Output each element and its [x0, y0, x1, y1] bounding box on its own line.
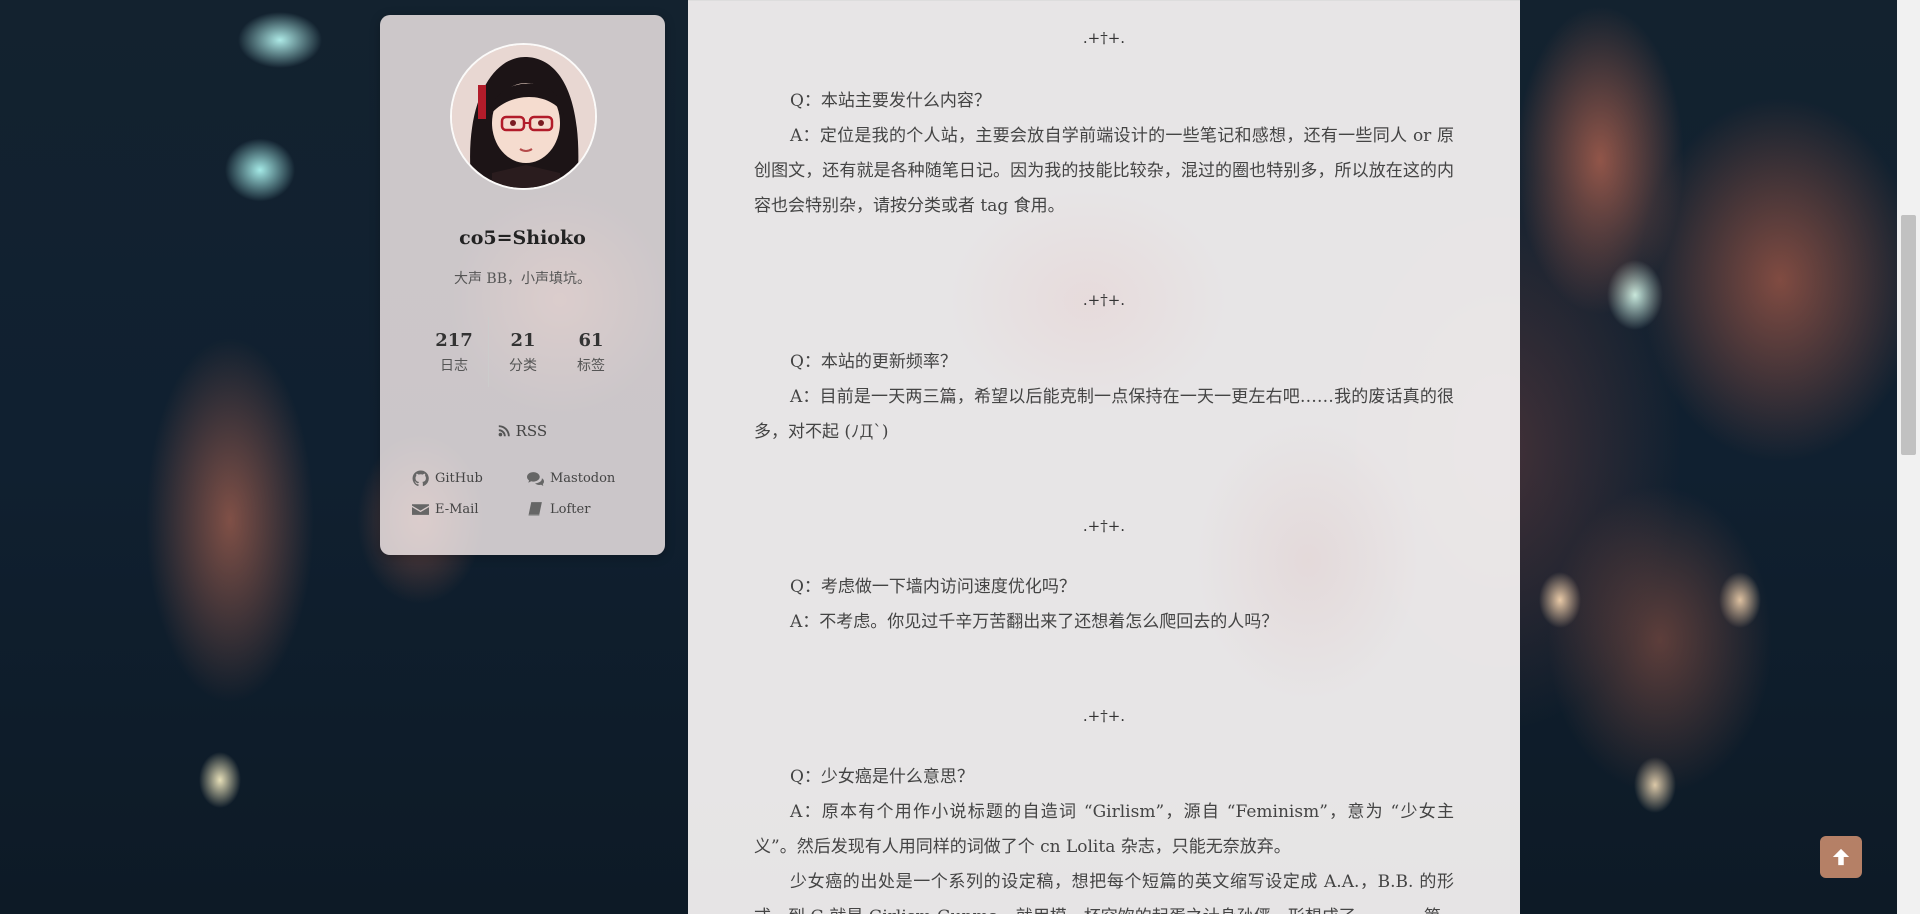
link-email[interactable]: E-Mail: [412, 501, 527, 518]
link-github[interactable]: GitHub: [412, 470, 527, 487]
link-github-label: GitHub: [435, 471, 483, 486]
arrow-up-icon: [1832, 848, 1850, 866]
stat-tags-count: 61: [578, 329, 604, 351]
section-separator: .+†+.: [1082, 291, 1126, 309]
faq-question: Q：本站的更新频率？: [790, 352, 957, 372]
stat-categories[interactable]: 21 分类: [488, 317, 557, 387]
stat-posts-count: 217: [435, 329, 473, 351]
sidebar: co5=Shioko 大声 BB，小声填坑。 217 日志 21 分类 61 标…: [380, 15, 665, 555]
faq-answer: A：原本有个用作小说标题的自造词 “Girlism”，源自 “Feminism”…: [754, 802, 1454, 857]
faq-answer: A：不考虑。你见过千辛万苦翻出来了还想着怎么爬回去的人吗？: [790, 612, 1279, 632]
avatar-illustration: [452, 45, 595, 188]
faq-question: Q：本站主要发什么内容？: [790, 91, 991, 111]
scrollbar-thumb[interactable]: [1901, 215, 1916, 455]
faq-answer-continued: 少女癌的出处是一个系列的设定稿，想把每个短篇的英文缩写设定成 A.A.，B.B.…: [754, 872, 1454, 914]
link-mastodon[interactable]: Mastodon: [527, 470, 642, 487]
back-to-top-button[interactable]: [1820, 836, 1862, 878]
link-lofter-label: Lofter: [550, 502, 591, 517]
stat-tags-label: 标签: [577, 357, 605, 374]
stat-posts[interactable]: 217 日志: [420, 317, 488, 387]
faq-answer: A：定位是我的个人站，主要会放自学前端设计的一些笔记和感想，还有一些同人 or …: [754, 126, 1454, 216]
link-email-label: E-Mail: [435, 502, 479, 517]
stat-categories-label: 分类: [509, 357, 537, 374]
page-scrollbar[interactable]: [1897, 0, 1920, 914]
rss-label: RSS: [515, 422, 548, 440]
comments-icon: [527, 472, 544, 486]
author-description: 大声 BB，小声填坑。: [453, 271, 592, 287]
section-separator: .+†+.: [1082, 707, 1126, 725]
link-lofter[interactable]: Lofter: [527, 501, 642, 518]
stat-categories-count: 21: [510, 329, 536, 351]
faq-answer: A：目前是一天两三篇，希望以后能克制一点保持在一天一更左右吧……我的废话真的很多…: [754, 387, 1454, 442]
rss-icon: [498, 425, 510, 437]
envelope-icon: [412, 504, 429, 515]
link-mastodon-label: Mastodon: [550, 471, 616, 486]
stat-tags[interactable]: 61 标签: [557, 317, 625, 387]
avatar: [450, 43, 597, 190]
author-name: co5=Shioko: [459, 227, 586, 249]
rss-link[interactable]: RSS: [380, 422, 665, 440]
book-icon: [528, 502, 542, 516]
section-separator: .+†+.: [1082, 517, 1126, 535]
github-icon: [412, 470, 429, 487]
faq-question: Q：少女癌是什么意思？: [790, 767, 974, 787]
stat-posts-label: 日志: [440, 357, 468, 374]
post-content-panel: .+†+. Q：本站主要发什么内容？ A：定位是我的个人站，主要会放自学前端设计…: [688, 0, 1520, 914]
faq-question: Q：考虑做一下墙内访问速度优化吗？: [790, 577, 1076, 597]
social-links: GitHub Mastodon E-Mail Lofter: [412, 470, 642, 518]
section-separator: .+†+.: [1082, 29, 1126, 47]
site-stats: 217 日志 21 分类 61 标签: [420, 317, 625, 387]
